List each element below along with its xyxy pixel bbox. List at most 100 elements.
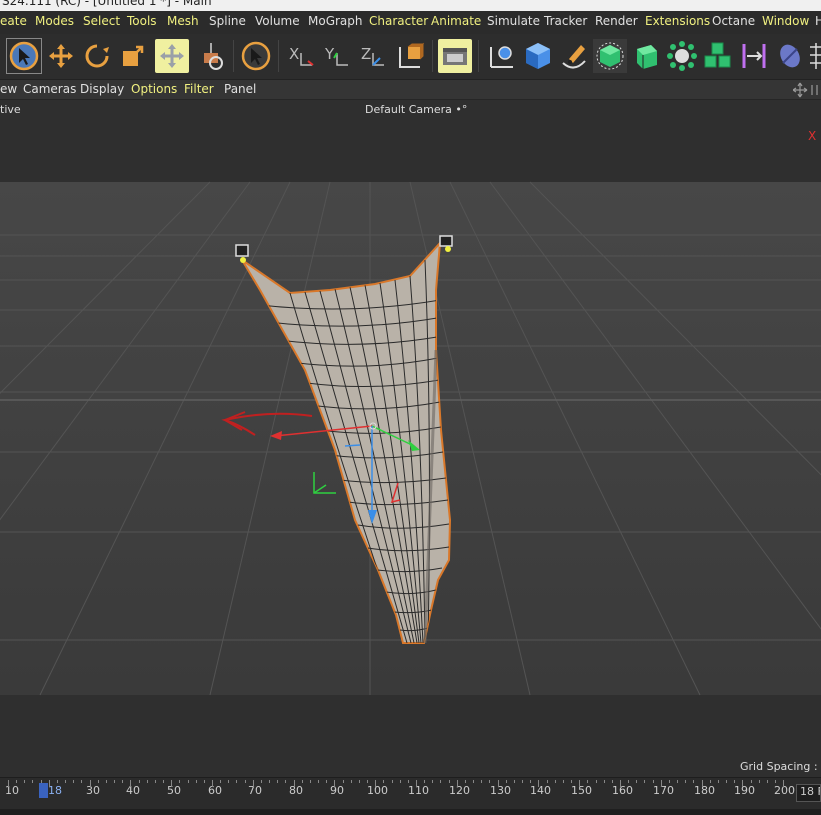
camera-label[interactable]: Default Camera •° (365, 103, 467, 116)
menu-volume[interactable]: Volume (255, 14, 300, 28)
timeline-tick (277, 780, 279, 783)
timeline-current-frame: 18 (48, 784, 62, 797)
spline-pen-icon (490, 46, 513, 68)
timeline-tick (16, 780, 18, 783)
z-axis-lock-button[interactable]: Z (356, 39, 390, 73)
timeline-tick (187, 780, 189, 783)
timeline-tick (375, 780, 377, 787)
timeline-label-200: 200 (774, 784, 795, 797)
menu-character[interactable]: Character (369, 14, 428, 28)
timeline-tick (220, 780, 222, 783)
select-tool-icon (241, 41, 271, 71)
cloner-button[interactable] (701, 39, 735, 73)
viewport-menu-options[interactable]: Options (131, 82, 177, 96)
render-region-button[interactable] (438, 39, 472, 73)
menu-extensions[interactable]: Extensions (645, 14, 710, 28)
timeline-tick (742, 780, 744, 787)
spline-pen-button[interactable] (485, 39, 519, 73)
select-tool-button[interactable] (239, 39, 273, 73)
pin-point-left[interactable] (240, 257, 246, 263)
object-axis-button[interactable] (194, 39, 228, 73)
timeline-label-140: 140 (530, 784, 551, 797)
timeline-tick (628, 780, 630, 783)
toolbar-separator (478, 40, 479, 72)
timeline-tick (269, 780, 271, 783)
rotate-button[interactable] (80, 39, 114, 73)
x-axis-lock-button[interactable]: X (284, 39, 318, 73)
menu-window[interactable]: Window (762, 14, 809, 28)
menu-select[interactable]: Select (83, 14, 120, 28)
timeline-playhead[interactable] (39, 783, 48, 798)
timeline-label-100: 100 (367, 784, 388, 797)
viewport-menu-view[interactable]: ew (0, 82, 17, 96)
timeline-tick (105, 780, 107, 783)
viewport-menu-filter[interactable]: Filter (184, 82, 214, 96)
subdivision-icon (593, 39, 627, 73)
move-active-icon (160, 44, 184, 68)
menu-help[interactable]: H (815, 14, 821, 28)
timeline-label-80: 80 (289, 784, 303, 797)
timeline-tick (587, 780, 589, 783)
timeline-tick (236, 780, 238, 783)
cube-button[interactable] (521, 39, 555, 73)
menu-octane[interactable]: Octane (712, 14, 755, 28)
y-axis-lock-button[interactable]: Y (320, 39, 354, 73)
timeline-tick (456, 780, 458, 787)
scale-button[interactable] (116, 39, 150, 73)
pin-handle-left[interactable] (235, 244, 249, 257)
pin-handle-right[interactable] (439, 235, 453, 247)
cloner-icon (704, 42, 731, 68)
pin-point-right[interactable] (445, 246, 451, 252)
object-axis-icon (204, 43, 223, 70)
coordinate-system-button[interactable] (392, 39, 426, 73)
menu-spline[interactable]: Spline (209, 14, 246, 28)
viewport-nav-icons[interactable] (793, 82, 821, 98)
pen-icon (562, 45, 586, 69)
timeline-label-40: 40 (126, 784, 140, 797)
timeline-tick (301, 780, 303, 783)
timeline-label-30: 30 (86, 784, 100, 797)
move-button[interactable] (44, 39, 78, 73)
timeline-tick (326, 780, 328, 783)
timeline-label-90: 90 (330, 784, 344, 797)
timeline-tick (122, 780, 124, 783)
viewport-menu-display[interactable]: Display (80, 82, 124, 96)
timeline-label-180: 180 (694, 784, 715, 797)
viewport-lower-band (0, 695, 821, 777)
x-axis-lock-icon: X (289, 45, 314, 66)
timeline-tick (448, 780, 450, 783)
z-axis-lock-icon: Z (361, 45, 384, 66)
timeline[interactable]: 10 18 30 40 50 60 70 80 90 100 110 120 1… (0, 777, 821, 815)
live-selection-button[interactable] (6, 38, 42, 74)
extrude-icon (637, 45, 657, 69)
menu-mograph[interactable]: MoGraph (308, 14, 363, 28)
extrude-button[interactable] (629, 39, 663, 73)
grid-spacing-label: Grid Spacing : 5 (740, 760, 821, 773)
menu-animate[interactable]: Animate (431, 14, 481, 28)
subdivision-button[interactable] (593, 39, 627, 73)
timeline-tick (554, 780, 556, 783)
pen-button[interactable] (557, 39, 591, 73)
bend-button[interactable] (737, 39, 771, 73)
current-frame-field[interactable]: 18 F (796, 784, 821, 802)
viewport-menu-cameras[interactable]: Cameras (23, 82, 76, 96)
timeline-tick (775, 780, 777, 783)
viewport-3d[interactable]: tive Default Camera •° X Grid Spacing : … (0, 100, 821, 777)
timeline-tick (32, 780, 34, 783)
move-active-button[interactable] (155, 39, 189, 73)
timeline-tick (260, 780, 262, 783)
camera-button[interactable] (773, 39, 807, 73)
menu-tools[interactable]: Tools (127, 14, 157, 28)
menu-render[interactable]: Render (595, 14, 638, 28)
menu-mesh[interactable]: Mesh (167, 14, 199, 28)
timeline-tick (530, 780, 532, 783)
menu-tracker[interactable]: Tracker (544, 14, 587, 28)
more-tools-button[interactable] (808, 39, 821, 73)
timeline-label-190: 190 (734, 784, 755, 797)
grid-icon (810, 43, 821, 69)
viewport-menu-panel[interactable]: Panel (224, 82, 256, 96)
menu-modes[interactable]: Modes (35, 14, 74, 28)
deformer-button[interactable] (665, 39, 699, 73)
menu-create[interactable]: eate (0, 14, 27, 28)
menu-simulate[interactable]: Simulate (487, 14, 540, 28)
